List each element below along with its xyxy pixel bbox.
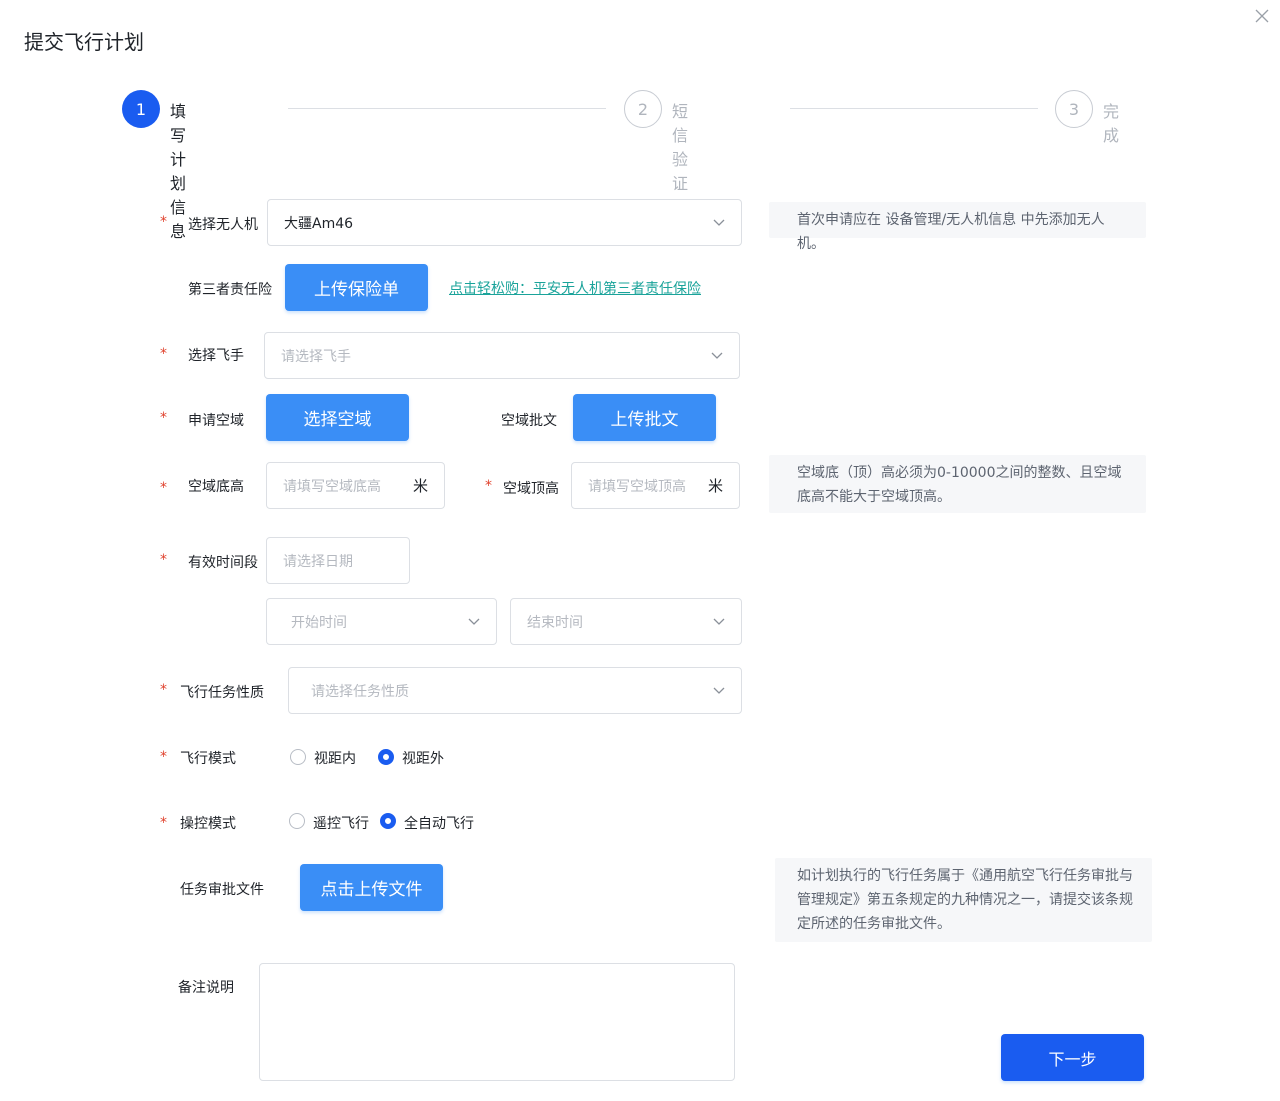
step-2-label: 短信验证 bbox=[672, 102, 689, 193]
radio-label[interactable]: 视距外 bbox=[402, 748, 444, 768]
drone-hint: 首次申请应在 设备管理/无人机信息 中先添加无人机。 bbox=[769, 202, 1146, 252]
control-mode-label: 操控模式 bbox=[180, 816, 236, 832]
altitude-bottom-placeholder: 请填写空域底高 bbox=[283, 478, 381, 495]
airspace-approval-label: 空域批文 bbox=[501, 413, 557, 429]
radio-full-auto[interactable] bbox=[380, 813, 396, 829]
drone-label: 选择无人机 bbox=[188, 217, 258, 233]
next-step-button[interactable]: 下一步 bbox=[1001, 1034, 1144, 1081]
end-time-placeholder: 结束时间 bbox=[527, 614, 583, 631]
unit-label: 米 bbox=[412, 477, 428, 495]
altitude-top-label: 空域顶高 bbox=[503, 481, 559, 497]
altitude-bottom-input[interactable]: 请填写空域底高 米 bbox=[266, 462, 445, 509]
step-connector bbox=[790, 108, 1038, 109]
task-file-hint: 如计划执行的飞行任务属于《通用航空飞行任务审批与管理规定》第五条规定的九种情况之… bbox=[775, 858, 1152, 942]
chevron-down-icon bbox=[468, 618, 480, 625]
required-mark: * bbox=[160, 346, 167, 362]
drone-hint-text: 首次申请应在 设备管理/无人机信息 中先添加无人机。 bbox=[797, 212, 1105, 252]
required-mark: * bbox=[160, 749, 167, 765]
end-time-select[interactable]: 结束时间 bbox=[510, 598, 742, 645]
chevron-down-icon bbox=[711, 352, 723, 359]
close-icon[interactable] bbox=[1252, 6, 1272, 26]
upload-file-button[interactable]: 点击上传文件 bbox=[300, 864, 443, 911]
drone-select-value: 大疆Am46 bbox=[284, 215, 354, 232]
start-time-select[interactable]: 开始时间 bbox=[266, 598, 497, 645]
required-mark: * bbox=[160, 815, 167, 831]
altitude-top-input[interactable]: 请填写空域顶高 米 bbox=[571, 462, 740, 509]
step-1-label: 填写计划信息 bbox=[170, 102, 187, 241]
start-time-placeholder: 开始时间 bbox=[291, 614, 347, 631]
insurance-label: 第三者责任险 bbox=[188, 282, 272, 298]
remarks-label: 备注说明 bbox=[178, 980, 234, 996]
chevron-down-icon bbox=[713, 687, 725, 694]
altitude-bottom-label: 空域底高 bbox=[188, 479, 244, 495]
chevron-down-icon bbox=[713, 618, 725, 625]
buy-insurance-link[interactable]: 点击轻松购：平安无人机第三者责任保险 bbox=[449, 278, 701, 298]
upload-approval-button[interactable]: 上传批文 bbox=[573, 394, 716, 441]
pilot-label: 选择飞手 bbox=[188, 348, 244, 364]
pilot-select-placeholder: 请选择飞手 bbox=[281, 348, 351, 365]
period-label: 有效时间段 bbox=[188, 555, 258, 571]
drone-select[interactable]: 大疆Am46 bbox=[267, 199, 742, 246]
select-airspace-button[interactable]: 选择空域 bbox=[266, 394, 409, 441]
dialog-title: 提交飞行计划 bbox=[24, 30, 144, 54]
task-file-label: 任务审批文件 bbox=[180, 882, 264, 898]
radio-label[interactable]: 全自动飞行 bbox=[404, 813, 474, 833]
task-nature-placeholder: 请选择任务性质 bbox=[311, 683, 409, 700]
remarks-textarea[interactable] bbox=[259, 963, 735, 1081]
radio-label[interactable]: 视距内 bbox=[314, 748, 356, 768]
step-3-label: 完成 bbox=[1103, 102, 1120, 145]
airspace-label: 申请空域 bbox=[188, 413, 244, 429]
required-mark: * bbox=[160, 480, 167, 496]
task-nature-select[interactable]: 请选择任务性质 bbox=[288, 667, 742, 714]
required-mark: * bbox=[160, 410, 167, 426]
altitude-top-placeholder: 请填写空域顶高 bbox=[588, 478, 686, 495]
radio-visual-range-in[interactable] bbox=[290, 749, 306, 765]
step-2-indicator: 2 bbox=[624, 90, 662, 128]
date-picker-placeholder: 请选择日期 bbox=[283, 553, 353, 570]
chevron-down-icon bbox=[713, 219, 725, 226]
altitude-hint-text: 空域底（顶）高必须为0-10000之间的整数、且空域底高不能大于空域顶高。 bbox=[797, 465, 1122, 505]
radio-remote-control[interactable] bbox=[289, 813, 305, 829]
step-1-indicator: 1 bbox=[122, 90, 160, 128]
flight-mode-label: 飞行模式 bbox=[180, 751, 236, 767]
date-picker-input[interactable]: 请选择日期 bbox=[266, 537, 410, 584]
task-nature-label: 飞行任务性质 bbox=[180, 685, 264, 701]
altitude-hint: 空域底（顶）高必须为0-10000之间的整数、且空域底高不能大于空域顶高。 bbox=[769, 455, 1146, 513]
radio-visual-range-out[interactable] bbox=[378, 749, 394, 765]
step-3-indicator: 3 bbox=[1055, 90, 1093, 128]
task-file-hint-text: 如计划执行的飞行任务属于《通用航空飞行任务审批与管理规定》第五条规定的九种情况之… bbox=[797, 868, 1133, 932]
required-mark: * bbox=[160, 682, 167, 698]
upload-insurance-button[interactable]: 上传保险单 bbox=[285, 264, 428, 311]
unit-label: 米 bbox=[707, 477, 723, 495]
required-mark: * bbox=[160, 214, 167, 230]
pilot-select[interactable]: 请选择飞手 bbox=[264, 332, 740, 379]
required-mark: * bbox=[160, 552, 167, 568]
required-mark: * bbox=[485, 478, 492, 494]
radio-label[interactable]: 遥控飞行 bbox=[313, 813, 369, 833]
step-connector bbox=[288, 108, 606, 109]
